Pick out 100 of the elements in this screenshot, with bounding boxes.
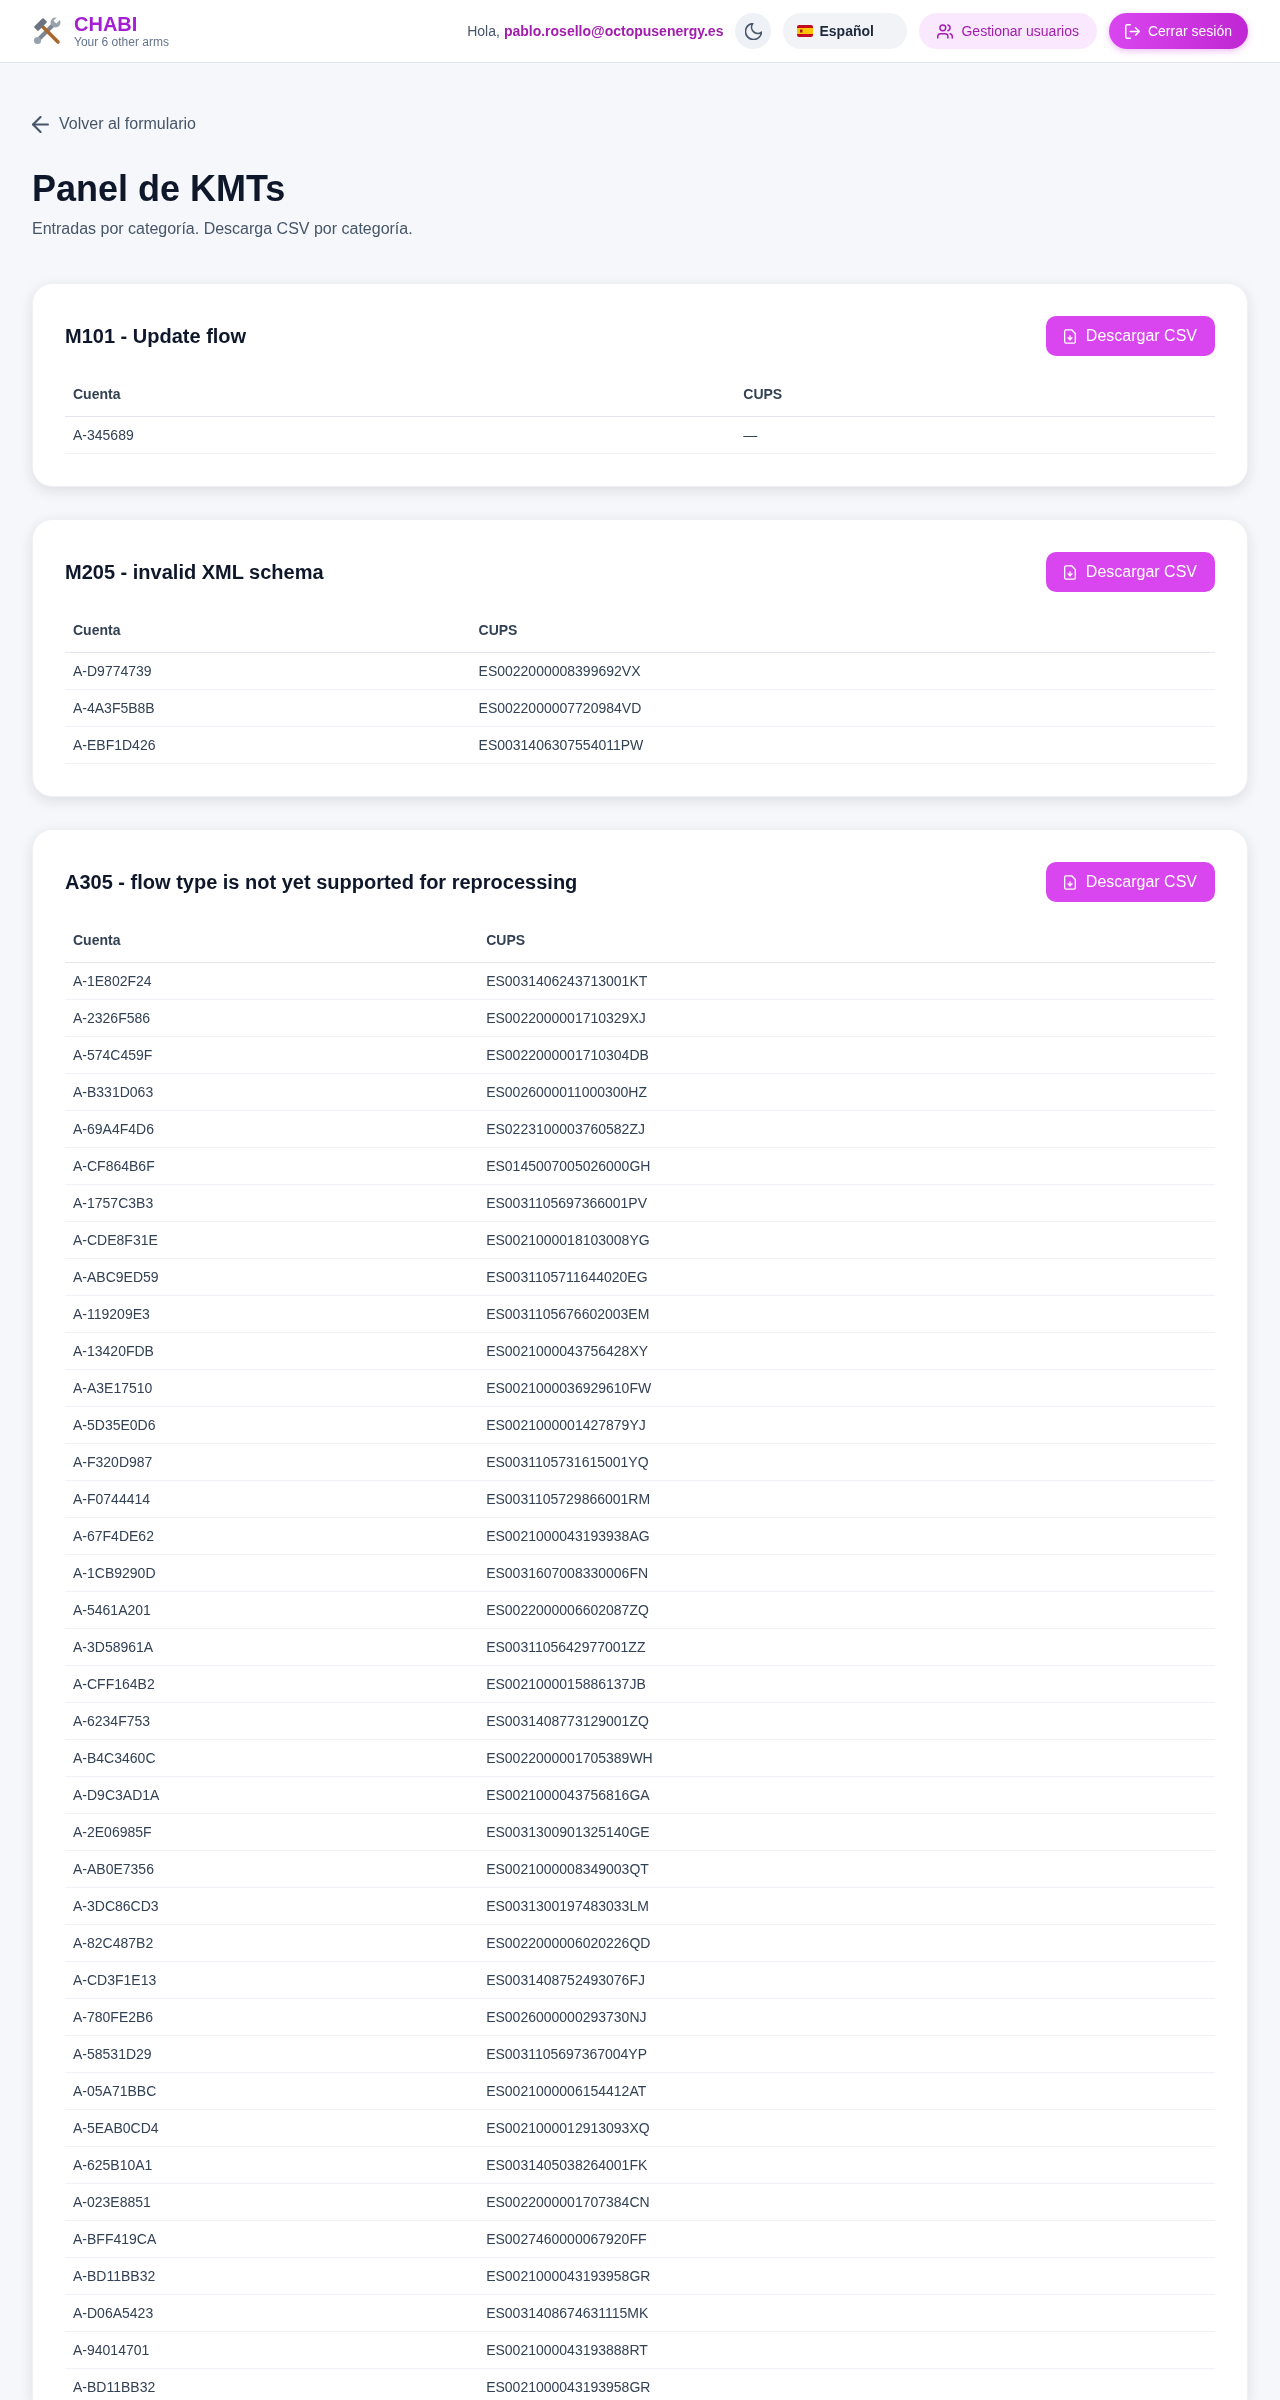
table-cell: A-1E802F24 [65,962,479,1000]
table-cell: ES0021000043193938AG [478,1517,1215,1555]
greeting-text: Hola, [467,23,500,39]
table-cell: A-4A3F5B8B [65,689,471,727]
moon-icon [744,22,762,40]
table-cell: A-D9C3AD1A [65,1776,479,1814]
table-cell: A-EBF1D426 [65,726,471,764]
table-cell: ES0021000001427879YJ [478,1406,1215,1444]
file-download-icon [1063,328,1076,344]
download-csv-button[interactable]: Descargar CSV [1045,316,1215,356]
table-cell: A-58531D29 [65,2035,479,2073]
file-download-icon [1063,564,1076,580]
table-cell: A-2326F586 [65,999,479,1037]
table-cell: A-13420FDB [65,1332,479,1370]
table-cell: ES0027460000067920FF [478,2220,1215,2258]
table-cell: A-CFF164B2 [65,1665,479,1703]
table-cell: ES0021000043756816GA [478,1776,1215,1814]
file-download-icon [1063,874,1076,890]
table-cell: A-574C459F [65,1036,479,1074]
table-cell: ES0031105711644020EG [478,1258,1215,1296]
table-cell: A-CDE8F31E [65,1221,479,1259]
tools-icon [32,16,62,46]
table-cell: ES0021000006154412AT [478,2072,1215,2110]
card-title: M101 - Update flow [65,324,247,349]
column-header: Cuenta [65,372,736,417]
table-cell: A-A3E17510 [65,1369,479,1407]
table-cell: ES0022000001705389WH [478,1739,1215,1777]
table-cell: ES0031105731615001YQ [478,1443,1215,1481]
table-cell: — [735,416,1215,454]
table-cell: A-67F4DE62 [65,1517,479,1555]
table-cell: ES0022000006602087ZQ [478,1591,1215,1629]
table-cell: A-AB0E7356 [65,1850,479,1888]
card-title: M205 - invalid XML schema [65,560,324,585]
app-name: CHABI [74,13,139,35]
logout-icon [1124,23,1140,39]
table-cell: A-94014701 [65,2331,479,2369]
table-cell: A-5D35E0D6 [65,1406,479,1444]
column-header: Cuenta [65,608,471,653]
table-cell: ES0031408674631115MK [478,2294,1215,2332]
table-cell: ES0031105697367004YP [478,2035,1215,2073]
theme-toggle-button[interactable] [735,13,772,49]
table-cell: ES0026000000293730NJ [478,1998,1215,2036]
arrow-left-icon [32,115,49,133]
table-cell: ES0021000012913093XQ [478,2109,1215,2147]
table-cell: A-CD3F1E13 [65,1961,479,1999]
table-cell: ES0022000001710329XJ [478,999,1215,1037]
card-title: A305 - flow type is not yet supported for reprocessing [65,870,578,895]
table-cell: A-BD11BB32 [65,2368,479,2400]
table-cell: A-D06A5423 [65,2294,479,2332]
table-cell: ES0031300901325140GE [478,1813,1215,1851]
table-cell: ES0021000018103008YG [478,1221,1215,1259]
table-cell: A-05A71BBC [65,2072,479,2110]
table-cell: A-82C487B2 [65,1924,479,1962]
page-subtitle: Entradas por categoría. Descarga CSV por categoría. [32,219,414,239]
app-tagline: Your 6 other arms [74,35,169,49]
table-cell: A-023E8851 [65,2183,479,2221]
table-cell: ES0021000043193888RT [478,2331,1215,2369]
table-cell: A-2E06985F [65,1813,479,1851]
table-cell: ES0031408752493076FJ [478,1961,1215,1999]
table-cell: A-CF864B6F [65,1147,479,1185]
column-header: CUPS [735,372,1215,417]
table-cell: ES0022000001707384CN [478,2183,1215,2221]
table-cell: ES0026000011000300HZ [478,1073,1215,1111]
table-cell: ES0031406243713001KT [478,962,1215,1000]
table-cell: ES0021000043193958GR [478,2257,1215,2295]
table-cell: A-5EAB0CD4 [65,2109,479,2147]
logout-button[interactable]: Cerrar sesión [1108,13,1248,49]
table-cell: A-B4C3460C [65,1739,479,1777]
table-cell: ES0031607008330006FN [478,1554,1215,1592]
download-csv-button[interactable]: Descargar CSV [1045,862,1215,902]
table-cell: A-ABC9ED59 [65,1258,479,1296]
download-csv-button[interactable]: Descargar CSV [1045,552,1215,592]
table-cell: ES0223100003760582ZJ [478,1110,1215,1148]
table-cell: ES0022000007720984VD [470,689,1215,727]
table-cell: ES0145007005026000GH [478,1147,1215,1185]
table-cell: ES0021000036929610FW [478,1369,1215,1407]
language-select[interactable]: Español [783,13,908,49]
table-cell: A-B331D063 [65,1073,479,1111]
table-cell: ES0021000008349003QT [478,1850,1215,1888]
table-cell: A-780FE2B6 [65,1998,479,2036]
table-cell: ES0031105729866001RM [478,1480,1215,1518]
flag-icon [797,25,814,37]
table-cell: A-F0744414 [65,1480,479,1518]
table-cell: ES0031105697366001PV [478,1184,1215,1222]
table-cell: ES0031105642977001ZZ [478,1628,1215,1666]
table-cell: ES0031408773129001ZQ [478,1702,1215,1740]
table-cell: A-69A4F4D6 [65,1110,479,1148]
table-cell: ES0031405038264001FK [478,2146,1215,2184]
table-cell: ES0022000001710304DB [478,1036,1215,1074]
table-cell: A-D9774739 [65,652,471,690]
back-link[interactable]: Volver al formulario [32,112,196,136]
table-cell: A-3D58961A [65,1628,479,1666]
table-cell: A-1757C3B3 [65,1184,479,1222]
table-cell: A-BFF419CA [65,2220,479,2258]
table-cell: A-F320D987 [65,1443,479,1481]
table-cell: ES0031105676602003EM [478,1295,1215,1333]
manage-users-button[interactable]: Gestionar usuarios [919,13,1097,49]
table-cell: A-1CB9290D [65,1554,479,1592]
table-cell: ES0022000008399692VX [470,652,1215,690]
users-icon [937,23,954,39]
